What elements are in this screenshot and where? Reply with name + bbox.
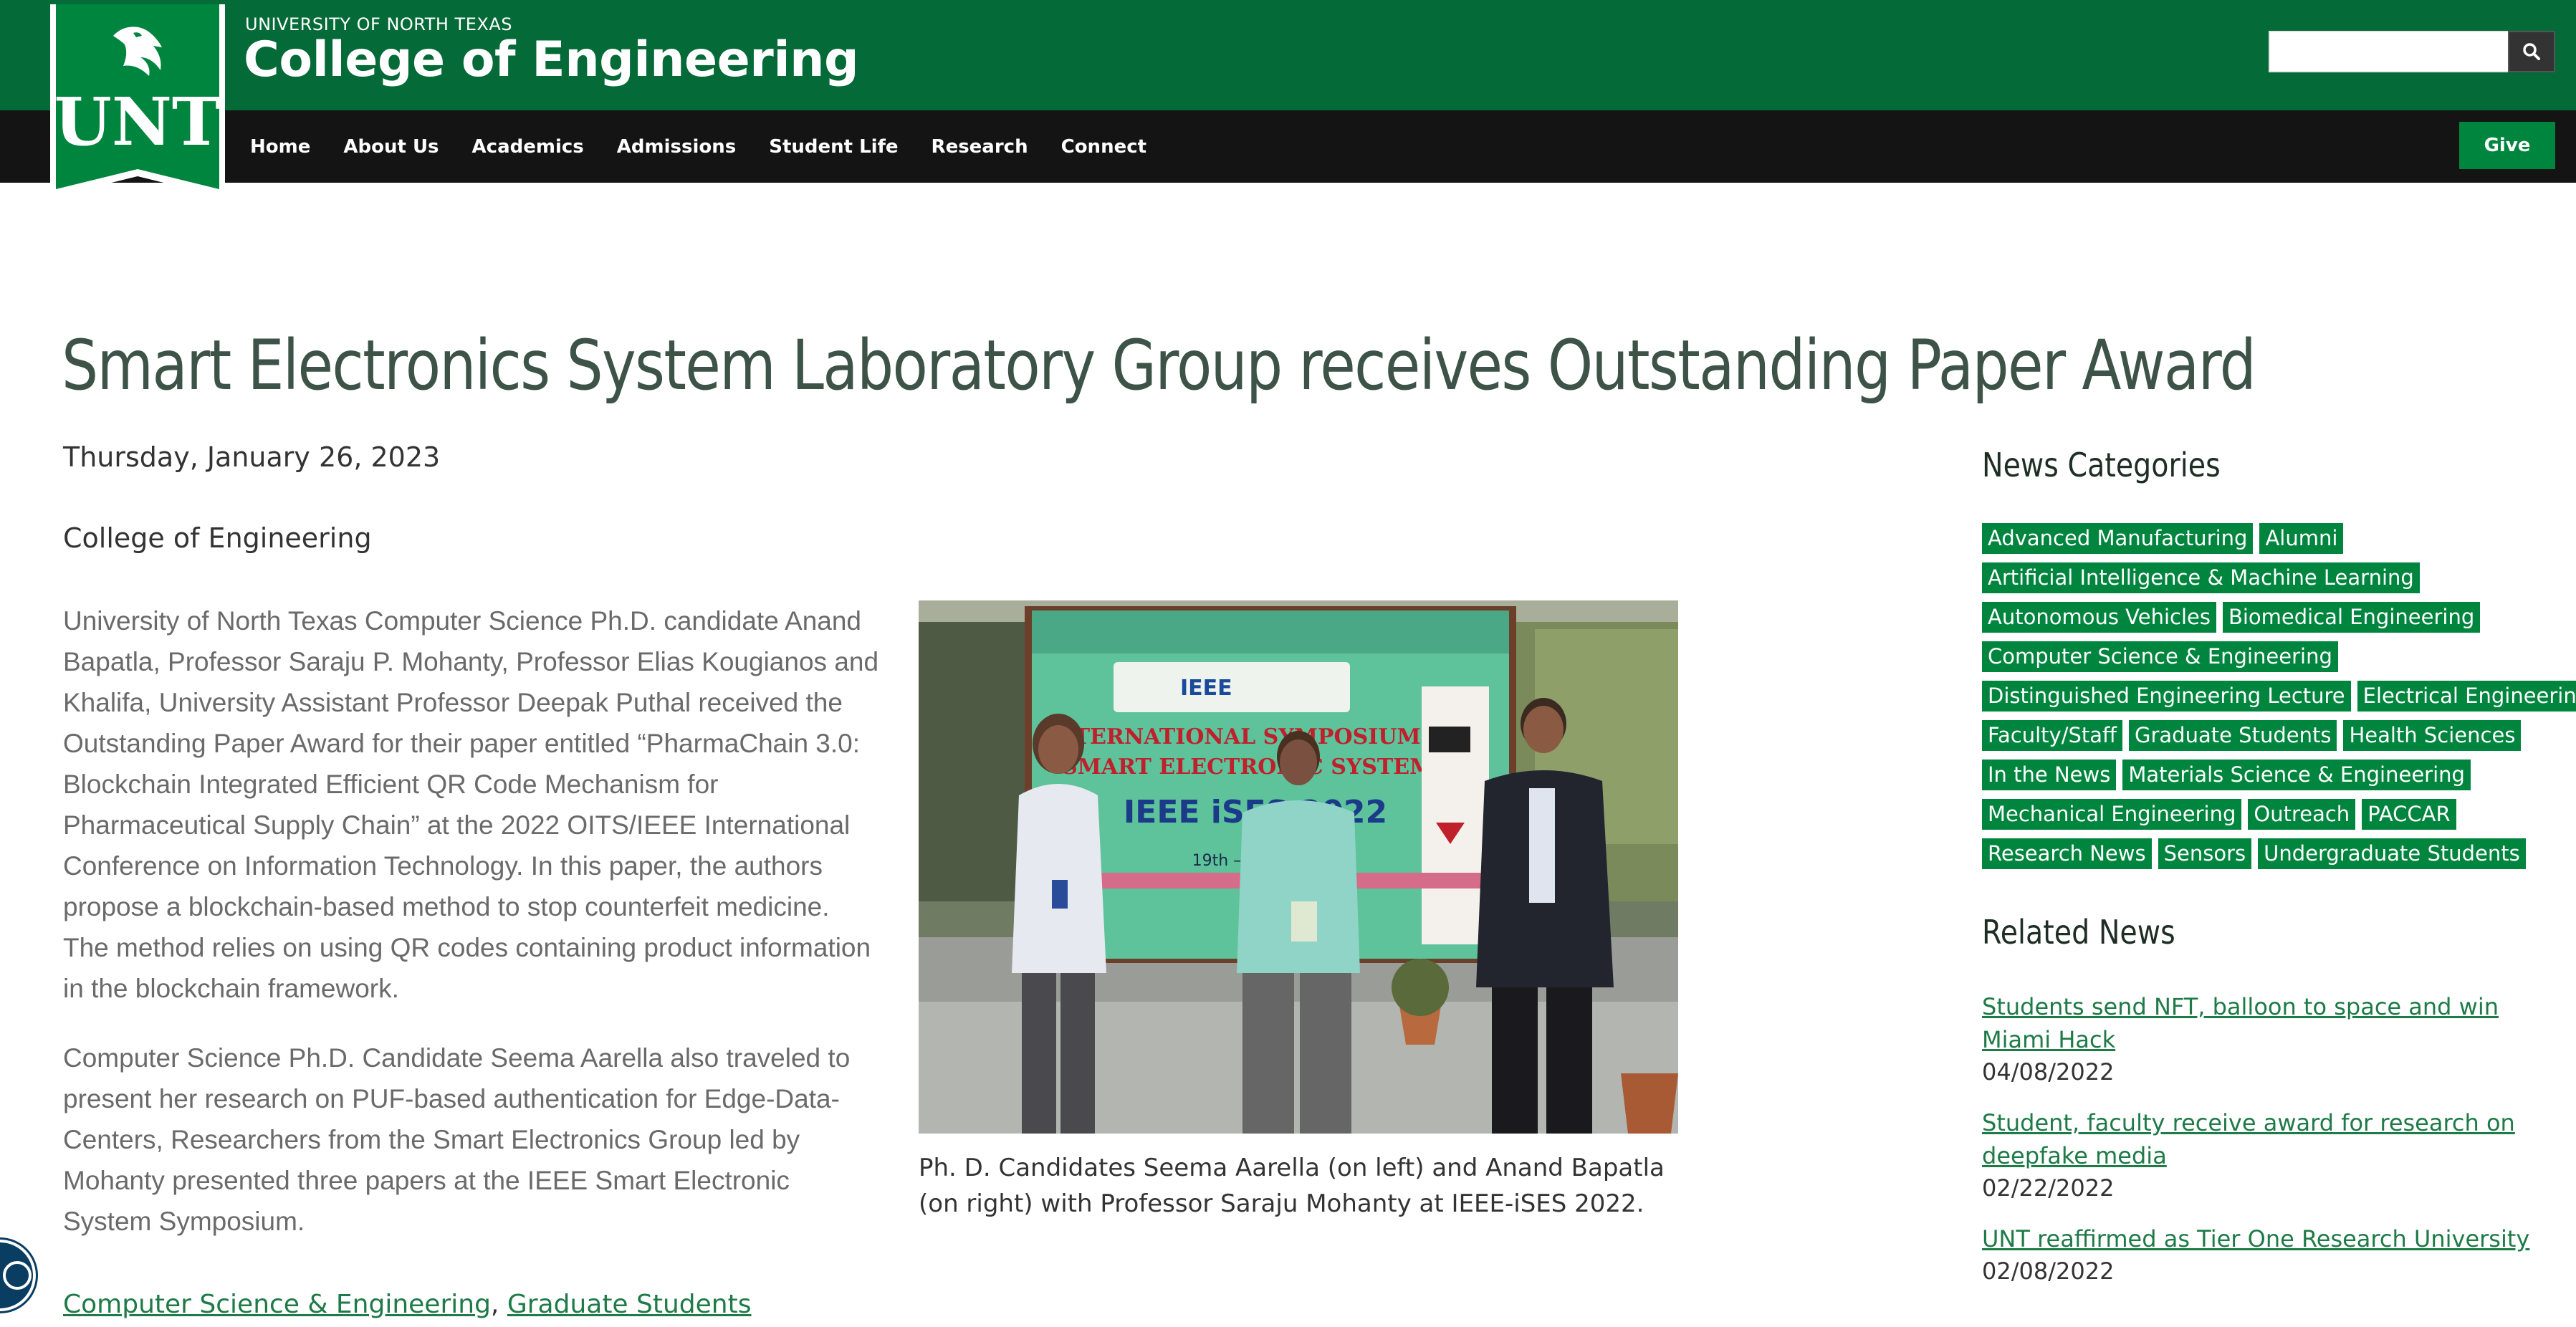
give-button[interactable]: Give: [2459, 122, 2555, 169]
page-title: Smart Electronics System Laboratory Grou…: [62, 325, 2256, 406]
category-tag[interactable]: Advanced Manufacturing: [1982, 523, 2254, 554]
banner-line-2: SMART ELECTRONIC SYSTEMS: [1062, 754, 1449, 780]
banner-line-1: INTERNATIONAL SYMPOSIUM ON: [1044, 724, 1466, 749]
category-tag[interactable]: Electrical Engineering: [2357, 681, 2576, 712]
related-news-item: Students send NFT, balloon to space and …: [1982, 990, 2562, 1088]
related-news-link[interactable]: Student, faculty receive award for resea…: [1982, 1106, 2562, 1172]
related-news-item: Student, faculty receive award for resea…: [1982, 1106, 2562, 1204]
category-tag[interactable]: Health Sciences: [2343, 720, 2522, 751]
category-tag[interactable]: Artificial Intelligence & Machine Learni…: [1982, 562, 2420, 593]
category-tag[interactable]: Research News: [1982, 838, 2152, 869]
category-tag[interactable]: Computer Science & Engineering: [1982, 641, 2338, 672]
related-news-link[interactable]: UNT reaffirmed as Tier One Research Univ…: [1982, 1222, 2562, 1255]
article-paragraph: University of North Texas Computer Scien…: [63, 606, 879, 1003]
category-tag[interactable]: Undergraduate Students: [2258, 838, 2526, 869]
accessibility-button[interactable]: [0, 1240, 36, 1311]
category-tag[interactable]: Outreach: [2248, 799, 2356, 830]
nav-research[interactable]: Research: [932, 136, 1028, 158]
college-name[interactable]: College of Engineering: [244, 32, 859, 88]
nav-academics[interactable]: Academics: [472, 136, 584, 158]
logo-text: UNT: [54, 83, 221, 161]
photo-caption: Ph. D. Candidates Seema Aarella (on left…: [919, 1154, 1665, 1218]
category-tag[interactable]: Biomedical Engineering: [2222, 602, 2481, 633]
article-paragraph: Computer Science Ph.D. Candidate Seema A…: [63, 1043, 851, 1236]
unt-logo[interactable]: UNT: [47, 4, 228, 206]
tag-link-graduate-students[interactable]: Graduate Students: [507, 1290, 752, 1319]
nav-about-us[interactable]: About Us: [343, 136, 439, 158]
category-tag[interactable]: Materials Science & Engineering: [2122, 760, 2471, 790]
category-tag[interactable]: Alumni: [2259, 523, 2344, 554]
article-department: College of Engineering: [63, 522, 372, 554]
category-tag[interactable]: Autonomous Vehicles: [1982, 602, 2216, 633]
news-categories-heading: News Categories: [1982, 446, 2221, 484]
related-news-list: Students send NFT, balloon to space and …: [1982, 990, 2562, 1306]
news-categories-list: Advanced Manufacturing Alumni Artificial…: [1982, 523, 2576, 878]
search-input[interactable]: [2269, 31, 2509, 72]
article-tags: Computer Science & Engineering, Graduate…: [63, 1290, 752, 1319]
category-tag[interactable]: Sensors: [2158, 838, 2252, 869]
related-news-date: 02/22/2022: [1982, 1174, 2115, 1202]
category-tag[interactable]: Distinguished Engineering Lecture: [1982, 681, 2351, 712]
nav-connect[interactable]: Connect: [1061, 136, 1146, 158]
related-news-date: 02/08/2022: [1982, 1257, 2115, 1285]
main-nav: Home About Us Academics Admissions Stude…: [250, 110, 1179, 183]
category-tag[interactable]: PACCAR: [2362, 799, 2456, 830]
nav-student-life[interactable]: Student Life: [769, 136, 898, 158]
related-news-item: UNT reaffirmed as Tier One Research Univ…: [1982, 1222, 2562, 1287]
article-date: Thursday, January 26, 2023: [63, 441, 441, 473]
tag-separator: ,: [490, 1290, 499, 1319]
nav-admissions[interactable]: Admissions: [617, 136, 736, 158]
accessibility-icon: [3, 1261, 32, 1290]
article-photo: IEEE INTERNATIONAL SYMPOSIUM ON SMART EL…: [919, 600, 1678, 1134]
article-body: University of North Texas Computer Scien…: [63, 600, 880, 1270]
nav-home[interactable]: Home: [250, 136, 310, 158]
category-tag[interactable]: In the News: [1982, 760, 2117, 790]
search-icon: [2523, 43, 2540, 60]
related-news-heading: Related News: [1982, 913, 2175, 952]
category-tag[interactable]: Graduate Students: [2129, 720, 2337, 751]
search-button[interactable]: [2508, 31, 2555, 72]
category-tag[interactable]: Faculty/Staff: [1982, 720, 2123, 751]
tag-link-computer-science[interactable]: Computer Science & Engineering: [63, 1290, 491, 1319]
related-news-date: 04/08/2022: [1982, 1058, 2115, 1086]
eagle-logo-icon: UNT: [50, 4, 225, 198]
related-news-link[interactable]: Students send NFT, balloon to space and …: [1982, 990, 2562, 1056]
category-tag[interactable]: Mechanical Engineering: [1982, 799, 2242, 830]
banner-ieee-text: IEEE: [1180, 676, 1232, 701]
